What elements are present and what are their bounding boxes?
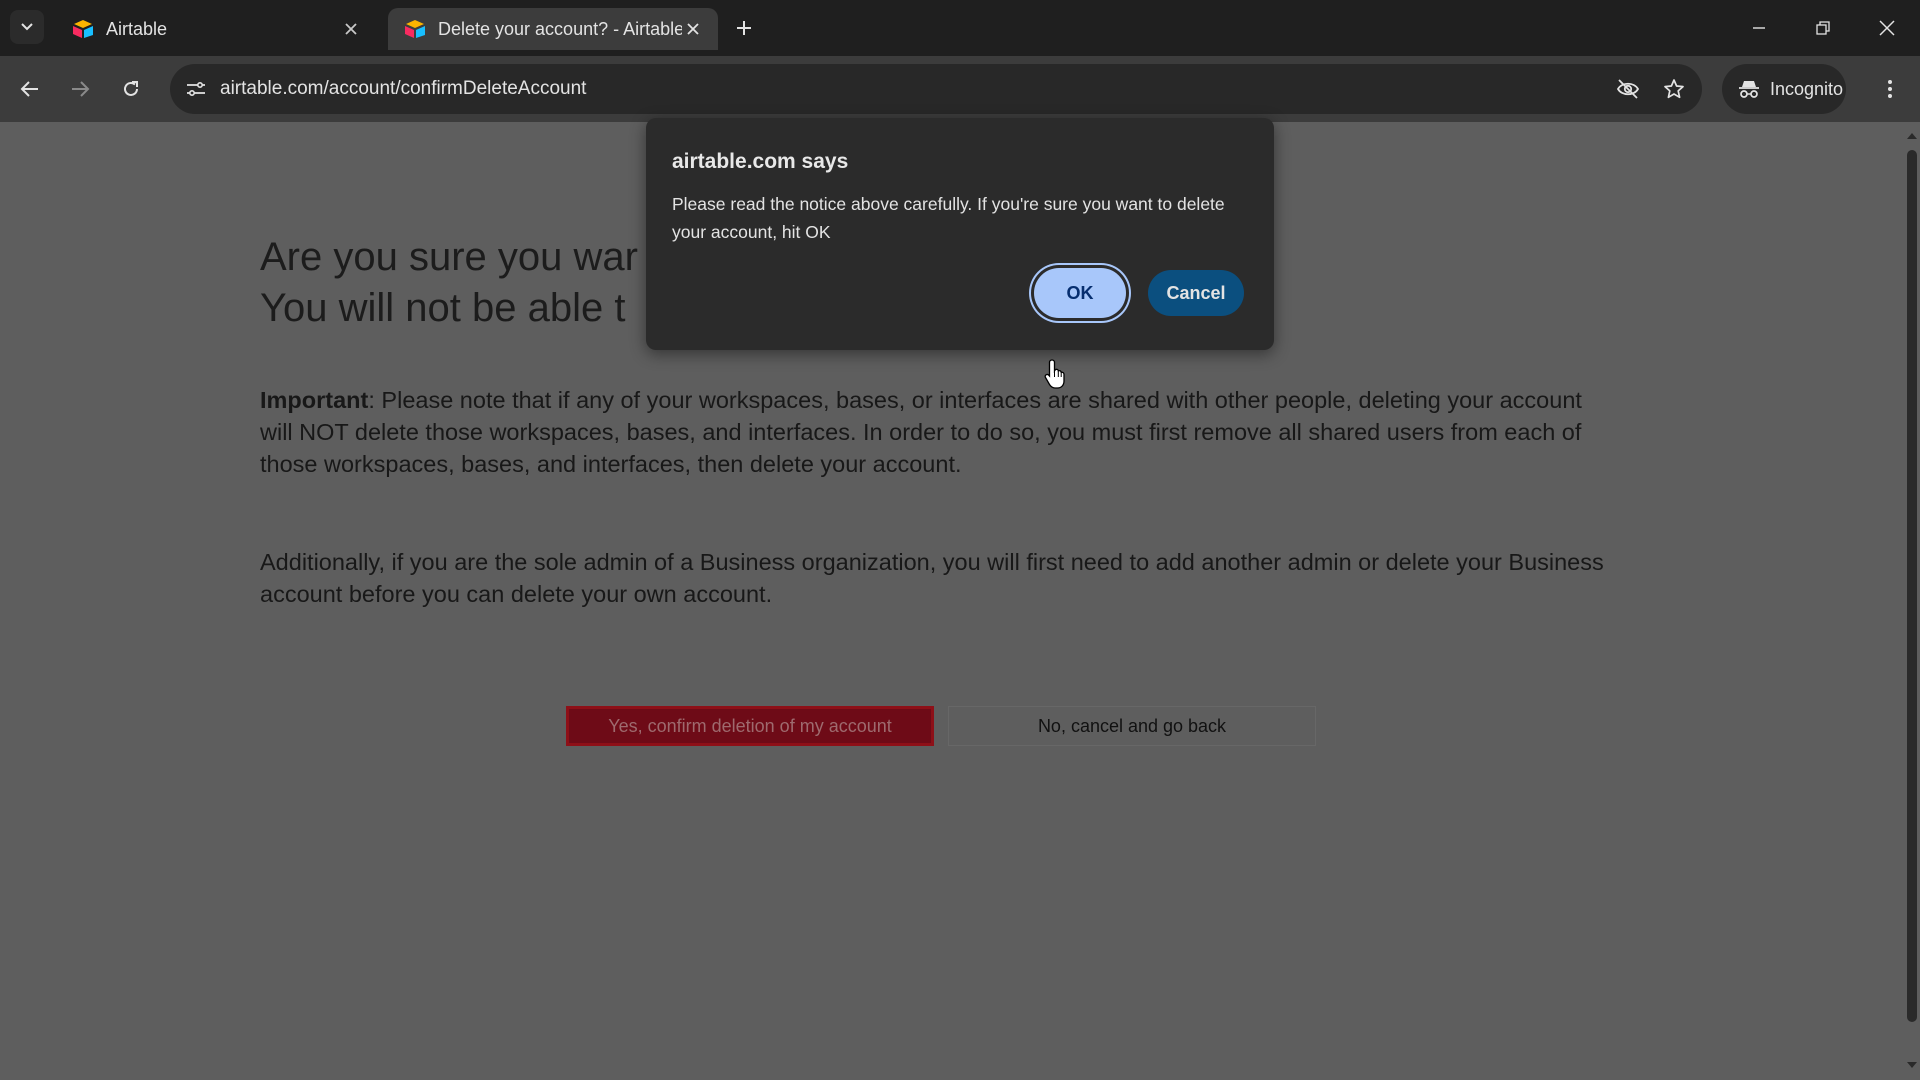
- important-notice: Important: Please note that if any of yo…: [260, 384, 1620, 480]
- dialog-title: airtable.com says: [672, 150, 849, 173]
- airtable-logo-icon: [405, 20, 425, 38]
- close-icon[interactable]: [682, 18, 704, 40]
- tab-title: Delete your account? - Airtable: [438, 18, 682, 39]
- scroll-up-arrow-icon[interactable]: [1907, 130, 1917, 140]
- tracking-protection-button[interactable]: [1612, 73, 1644, 105]
- forward-icon: [72, 81, 90, 97]
- close-window-button[interactable]: [1862, 6, 1912, 50]
- dialog-cancel-button[interactable]: Cancel: [1148, 270, 1244, 316]
- scroll-down-arrow-icon[interactable]: [1907, 1060, 1917, 1070]
- browser-toolbar: airtable.com/account/confirmDeleteAccoun…: [0, 56, 1920, 122]
- tab-title: Airtable: [106, 18, 168, 39]
- forward-button[interactable]: [64, 73, 96, 105]
- address-bar[interactable]: airtable.com/account/confirmDeleteAccoun…: [170, 64, 1702, 114]
- tab-delete-account[interactable]: Delete your account? - Airtable: [388, 8, 718, 50]
- minimize-icon: [1753, 27, 1765, 29]
- tab-search-button[interactable]: [10, 10, 44, 44]
- heading-line-2: You will not be able t: [260, 286, 626, 330]
- restore-icon: [1816, 21, 1830, 35]
- scrollbar[interactable]: [1904, 122, 1920, 1080]
- site-info-icon: [187, 81, 205, 97]
- bookmark-button[interactable]: [1658, 73, 1690, 105]
- confirm-delete-button[interactable]: Yes, confirm deletion of my account: [566, 706, 934, 746]
- incognito-indicator[interactable]: Incognito: [1722, 64, 1846, 114]
- eye-off-icon: [1616, 79, 1640, 99]
- dialog-message: Please read the notice above carefully. …: [672, 194, 1225, 242]
- important-label: Important: [260, 387, 369, 413]
- restore-button[interactable]: [1798, 6, 1848, 50]
- tab-strip: Airtable Delete your account? - Airtable: [0, 0, 1920, 56]
- reload-button[interactable]: [115, 73, 147, 105]
- confirm-dialog: airtable.com says Please read the notice…: [646, 118, 1274, 350]
- minimize-button[interactable]: [1734, 6, 1784, 50]
- kebab-menu-icon: [1888, 80, 1892, 98]
- important-text: : Please note that if any of your worksp…: [260, 387, 1582, 477]
- cancel-go-back-button[interactable]: No, cancel and go back: [948, 706, 1316, 746]
- url-text[interactable]: airtable.com/account/confirmDeleteAccoun…: [220, 64, 586, 114]
- close-icon[interactable]: [340, 18, 362, 40]
- hand-cursor-icon: [1044, 359, 1065, 389]
- incognito-label: Incognito: [1770, 78, 1844, 99]
- back-button[interactable]: [14, 73, 46, 105]
- scrollbar-thumb[interactable]: [1907, 150, 1917, 1022]
- close-icon: [1879, 20, 1895, 36]
- additional-notice: Additionally, if you are the sole admin …: [260, 549, 1604, 607]
- browser-menu-button[interactable]: [1874, 73, 1906, 105]
- back-icon: [20, 81, 38, 97]
- reload-icon: [124, 81, 138, 96]
- site-info-button[interactable]: [180, 73, 212, 105]
- incognito-icon: [1739, 81, 1759, 98]
- chevron-down-icon: [21, 23, 33, 31]
- heading-line-1: Are you sure you war: [260, 235, 638, 279]
- new-tab-button[interactable]: [730, 14, 758, 42]
- airtable-logo-icon: [73, 20, 93, 38]
- dialog-ok-button[interactable]: OK: [1034, 268, 1126, 318]
- star-icon: [1664, 79, 1684, 99]
- tab-airtable[interactable]: Airtable: [56, 8, 376, 50]
- plus-icon: [737, 21, 751, 35]
